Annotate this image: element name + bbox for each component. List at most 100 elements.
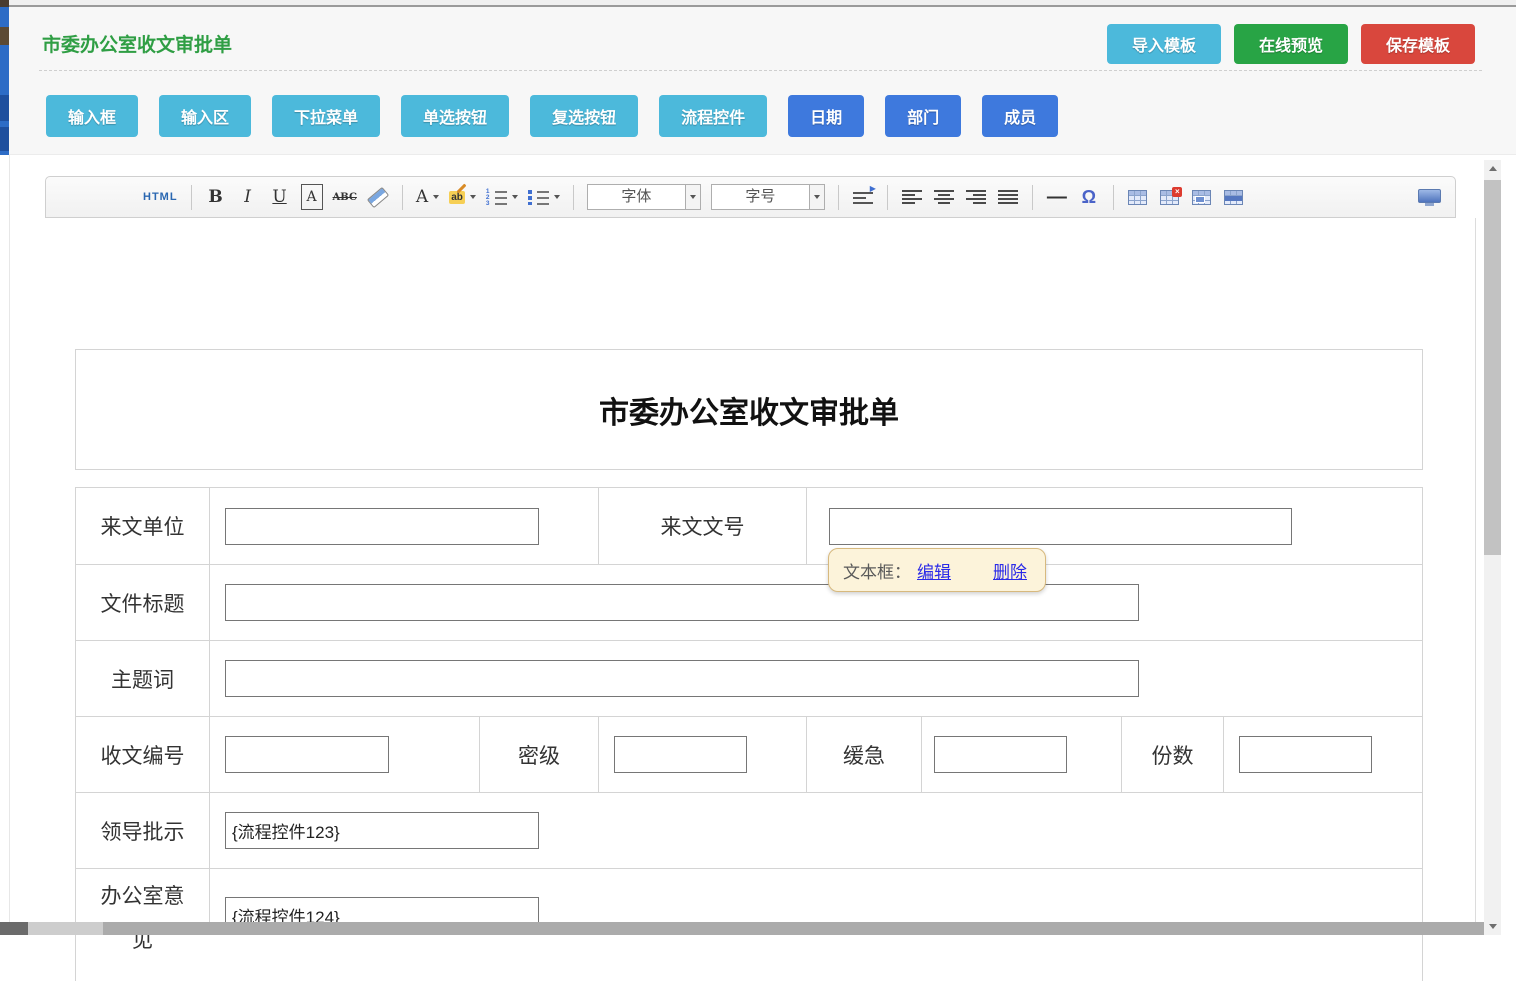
eraser-icon[interactable] <box>367 184 389 210</box>
align-right-icon[interactable] <box>965 184 987 210</box>
align-left-icon[interactable] <box>901 184 923 210</box>
widget-button-radio[interactable]: 单选按钮 <box>401 95 509 137</box>
page-border-right <box>1475 218 1476 922</box>
widget-button-flow-control[interactable]: 流程控件 <box>659 95 767 137</box>
table-cell-icon[interactable] <box>1191 184 1213 210</box>
bold-icon[interactable]: B <box>205 184 227 210</box>
toolbar-separator <box>887 185 888 210</box>
window-top-strip <box>0 0 1516 7</box>
receipt-number-input[interactable] <box>225 736 389 773</box>
font-size-label: 字号 <box>712 185 809 209</box>
widget-button-dropdown-menu[interactable]: 下拉菜单 <box>272 95 380 137</box>
toolbar-separator <box>402 185 403 210</box>
table-row-icon[interactable] <box>1223 184 1245 210</box>
scroll-down-button[interactable] <box>1484 918 1501 935</box>
triangle-up-icon <box>1489 166 1497 171</box>
label-leader-comments: 领导批示 <box>76 793 209 868</box>
cell-security-level <box>598 717 806 792</box>
table-row: 文件标题 <box>76 564 1422 640</box>
ordered-list-icon[interactable] <box>486 184 518 210</box>
underline-icon[interactable]: U <box>269 184 291 210</box>
richtext-toolbar: HTML B I U A ABC A Aab 字体 字号 — Ω × <box>45 176 1456 218</box>
keywords-input[interactable] <box>225 660 1139 697</box>
label-doc-number: 来文文号 <box>598 488 806 564</box>
security-level-input[interactable] <box>614 736 747 773</box>
highlight-icon[interactable]: Aab <box>449 184 476 210</box>
scrollbar-thumb[interactable] <box>1484 180 1501 555</box>
delete-table-icon[interactable]: × <box>1159 184 1181 210</box>
table-row: 主题词 <box>76 640 1422 716</box>
horizontal-scrollbar-thumb[interactable] <box>28 922 103 935</box>
vertical-scrollbar[interactable] <box>1484 160 1501 935</box>
chevron-down-icon <box>814 195 820 199</box>
copies-input[interactable] <box>1239 736 1372 773</box>
widget-button-input-box[interactable]: 输入框 <box>46 95 138 137</box>
widget-button-date[interactable]: 日期 <box>788 95 864 137</box>
insert-table-icon[interactable] <box>1127 184 1149 210</box>
delete-link[interactable]: 删除 <box>993 558 1027 583</box>
label-file-title: 文件标题 <box>76 565 209 640</box>
chevron-down-icon <box>554 195 560 199</box>
special-char-icon[interactable]: Ω <box>1078 184 1100 210</box>
background-window-corner <box>0 0 9 7</box>
cell-receipt-number <box>209 717 479 792</box>
widget-button-department[interactable]: 部门 <box>885 95 961 137</box>
widget-button-row: 输入框 输入区 下拉菜单 单选按钮 复选按钮 流程控件 日期 部门 成员 <box>46 95 1058 137</box>
template-actions: 导入模板 在线预览 保存模板 <box>1107 24 1475 64</box>
save-template-button[interactable]: 保存模板 <box>1361 24 1475 64</box>
horizontal-scrollbar[interactable] <box>0 922 1484 935</box>
cell-source-unit <box>209 488 598 564</box>
red-x-icon: × <box>1172 187 1182 197</box>
dashed-separator <box>39 70 1482 71</box>
align-justify-icon[interactable] <box>997 184 1019 210</box>
align-center-icon[interactable] <box>933 184 955 210</box>
scrollbar-corner <box>0 922 28 935</box>
widget-button-input-area[interactable]: 输入区 <box>159 95 251 137</box>
fullscreen-monitor-icon[interactable] <box>1418 189 1441 206</box>
italic-icon[interactable]: I <box>237 184 259 210</box>
document-title-cell: 市委办公室收文审批单 <box>75 349 1423 470</box>
label-urgency: 缓急 <box>806 717 921 792</box>
triangle-down-icon <box>1489 924 1497 929</box>
font-size-arrow[interactable] <box>809 185 824 209</box>
tooltip-label: 文本框： <box>843 558 911 583</box>
html-source-icon[interactable]: HTML <box>143 184 178 210</box>
urgency-input[interactable] <box>934 736 1067 773</box>
chevron-down-icon <box>690 195 696 199</box>
online-preview-button[interactable]: 在线预览 <box>1234 24 1348 64</box>
chevron-down-icon <box>512 195 518 199</box>
horizontal-scrollbar-track[interactable] <box>103 922 1484 935</box>
font-family-select[interactable]: 字体 <box>587 184 701 210</box>
table-row: 领导批示 <box>76 792 1422 868</box>
table-row: 收文编号 密级 缓急 份数 <box>76 716 1422 792</box>
cell-leader-comments <box>209 793 1422 868</box>
table-row: 来文单位 来文文号 <box>76 488 1422 564</box>
font-color-icon[interactable]: A <box>416 184 439 210</box>
control-tooltip: 文本框： 编辑 删除 <box>828 548 1046 592</box>
font-size-select[interactable]: 字号 <box>711 184 825 210</box>
unordered-list-icon[interactable] <box>528 184 560 210</box>
widget-button-checkbox[interactable]: 复选按钮 <box>530 95 638 137</box>
import-template-button[interactable]: 导入模板 <box>1107 24 1221 64</box>
strikethrough-icon[interactable]: ABC <box>333 184 357 210</box>
boxed-a-icon[interactable]: A <box>301 184 323 210</box>
widget-button-member[interactable]: 成员 <box>982 95 1058 137</box>
label-receipt-number: 收文编号 <box>76 717 209 792</box>
toolbar-separator <box>838 185 839 210</box>
scroll-up-button[interactable] <box>1484 160 1501 177</box>
indent-icon[interactable] <box>852 184 874 210</box>
page-border-left <box>9 155 10 935</box>
cell-urgency <box>921 717 1121 792</box>
cell-keywords <box>209 641 1422 716</box>
leader-comments-input[interactable] <box>225 812 539 849</box>
edit-link[interactable]: 编辑 <box>917 558 951 583</box>
toolbar-separator <box>1113 185 1114 210</box>
horizontal-rule-icon[interactable]: — <box>1046 184 1068 210</box>
source-unit-input[interactable] <box>225 508 539 545</box>
background-window-mark <box>0 27 9 45</box>
font-family-arrow[interactable] <box>685 185 700 209</box>
header-panel: 市委办公室收文审批单 导入模板 在线预览 保存模板 输入框 输入区 下拉菜单 单… <box>9 7 1516 155</box>
chevron-down-icon <box>470 195 476 199</box>
toolbar-separator <box>573 185 574 210</box>
doc-number-input[interactable] <box>829 508 1292 545</box>
